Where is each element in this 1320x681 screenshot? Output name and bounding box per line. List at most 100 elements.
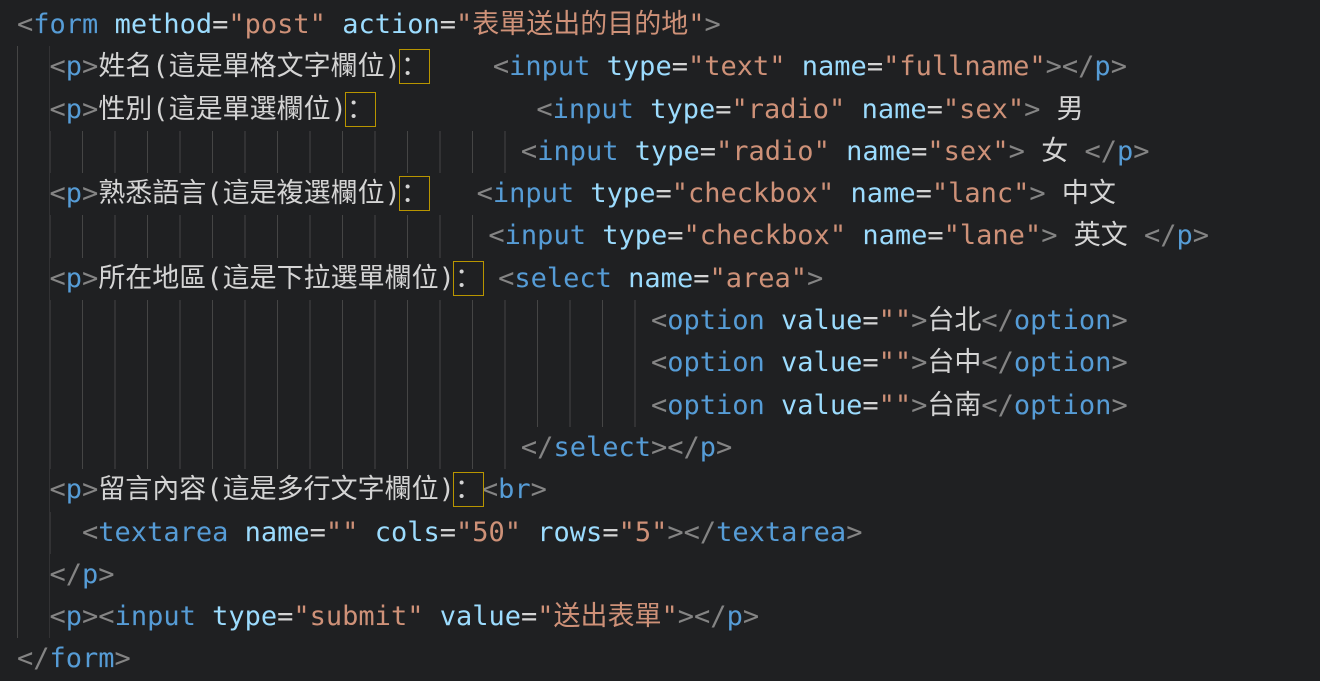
code-token-txt: 熟悉語言(這是複選欄位) bbox=[98, 178, 401, 209]
ambiguous-char-highlight: ： bbox=[347, 94, 374, 125]
code-editor[interactable]: <form method="post" action="表單送出的目的地"> <… bbox=[0, 0, 1320, 681]
code-token-txt bbox=[428, 178, 477, 209]
code-token-tag: p bbox=[1176, 220, 1192, 251]
code-token-attr: name bbox=[245, 517, 310, 548]
code-token-pn: > bbox=[1024, 94, 1040, 125]
code-token-str: "text" bbox=[688, 51, 786, 82]
ambiguous-char-highlight: ： bbox=[401, 178, 428, 209]
code-line-11: </select></p> bbox=[17, 427, 1320, 469]
code-token-tag: p bbox=[66, 474, 82, 505]
code-token-pn: > bbox=[1133, 136, 1149, 167]
code-token-txt bbox=[196, 601, 212, 632]
code-token-pn: < bbox=[651, 347, 667, 378]
code-token-tag: form bbox=[33, 9, 98, 40]
code-token-pn: </ bbox=[981, 390, 1014, 421]
code-token-pn: > bbox=[1111, 347, 1127, 378]
code-token-pn: < bbox=[50, 178, 66, 209]
code-token-tag: input bbox=[505, 220, 586, 251]
code-token-attr: value bbox=[440, 601, 521, 632]
code-token-eq: = bbox=[310, 517, 326, 548]
code-token-pn: < bbox=[17, 9, 33, 40]
code-token-pn: < bbox=[493, 51, 509, 82]
code-token-txt: 留言內容(這是多行文字欄位) bbox=[98, 474, 455, 505]
code-token-tag: p bbox=[66, 601, 82, 632]
code-token-pn: ></ bbox=[651, 432, 700, 463]
code-token-txt bbox=[423, 601, 439, 632]
code-token-attr: cols bbox=[375, 517, 440, 548]
code-token-txt bbox=[830, 136, 846, 167]
code-token-txt bbox=[586, 220, 602, 251]
code-token-pn: > bbox=[1193, 220, 1209, 251]
code-token-pn: < bbox=[498, 263, 514, 294]
code-token-pn: < bbox=[50, 263, 66, 294]
indent-guides bbox=[17, 469, 50, 511]
code-token-txt bbox=[374, 94, 537, 125]
ambiguous-char-highlight: ： bbox=[455, 474, 482, 505]
code-token-tag: p bbox=[700, 432, 716, 463]
code-token-tag: p bbox=[66, 178, 82, 209]
code-token-str: "" bbox=[879, 347, 912, 378]
code-token-txt bbox=[428, 51, 493, 82]
code-token-attr: value bbox=[781, 390, 862, 421]
code-token-tag: input bbox=[553, 94, 634, 125]
code-token-pn: < bbox=[50, 474, 66, 505]
code-token-pn: > bbox=[82, 474, 98, 505]
code-token-pn: < bbox=[50, 51, 66, 82]
code-line-12: <p>留言內容(這是多行文字欄位)：<br> bbox=[17, 469, 1320, 511]
indent-guides bbox=[17, 258, 50, 300]
code-token-pn: > bbox=[98, 559, 114, 590]
code-token-txt bbox=[521, 517, 537, 548]
indent-guides bbox=[17, 300, 651, 342]
code-token-eq: = bbox=[667, 220, 683, 251]
code-token-txt bbox=[98, 9, 114, 40]
code-token-eq: = bbox=[212, 9, 228, 40]
code-token-pn: < bbox=[651, 390, 667, 421]
code-token-txt bbox=[612, 263, 628, 294]
code-token-eq: = bbox=[862, 347, 878, 378]
code-line-15: <p><input type="submit" value="送出表單"></p… bbox=[17, 596, 1320, 638]
code-token-tag: p bbox=[1094, 51, 1110, 82]
code-token-tag: option bbox=[1014, 390, 1112, 421]
code-token-tag: option bbox=[1014, 305, 1112, 336]
code-token-attr: value bbox=[781, 305, 862, 336]
code-token-txt bbox=[845, 94, 861, 125]
code-token-pn: < bbox=[651, 305, 667, 336]
indent-guides bbox=[17, 385, 651, 427]
code-token-eq: = bbox=[911, 136, 927, 167]
code-token-attr: name bbox=[851, 178, 916, 209]
code-token-attr: name bbox=[628, 263, 693, 294]
indent-guides bbox=[17, 512, 82, 554]
code-token-txt: 性別(這是單選欄位) bbox=[98, 94, 347, 125]
code-token-txt: 所在地區(這是下拉選單欄位) bbox=[98, 263, 455, 294]
code-token-tag: option bbox=[1014, 347, 1112, 378]
code-token-attr: type bbox=[212, 601, 277, 632]
indent-guides bbox=[17, 427, 521, 469]
code-token-tag: input bbox=[537, 136, 618, 167]
code-token-pn: </ bbox=[981, 347, 1014, 378]
code-token-eq: = bbox=[672, 51, 688, 82]
code-token-eq: = bbox=[277, 601, 293, 632]
code-token-pn: > bbox=[82, 178, 98, 209]
code-token-eq: = bbox=[927, 94, 943, 125]
code-token-eq: = bbox=[440, 9, 456, 40]
code-token-pn: </ bbox=[50, 559, 83, 590]
code-token-tag: input bbox=[493, 178, 574, 209]
code-token-pn: < bbox=[488, 220, 504, 251]
code-token-str: "lane" bbox=[944, 220, 1042, 251]
code-token-tag: p bbox=[82, 559, 98, 590]
code-token-pn: </ bbox=[1084, 136, 1117, 167]
code-token-eq: = bbox=[916, 178, 932, 209]
code-token-txt: 男 bbox=[1040, 94, 1083, 125]
code-token-pn: ></ bbox=[667, 517, 716, 548]
code-token-str: "5" bbox=[619, 517, 668, 548]
code-token-tag: textarea bbox=[716, 517, 846, 548]
code-token-tag: option bbox=[667, 390, 765, 421]
code-token-str: "checkbox" bbox=[672, 178, 835, 209]
code-token-pn: > bbox=[531, 474, 547, 505]
code-token-tag: form bbox=[50, 643, 115, 674]
code-token-tag: p bbox=[727, 601, 743, 632]
code-token-eq: = bbox=[521, 601, 537, 632]
code-line-10: <option value="">台南</option> bbox=[17, 385, 1320, 427]
code-token-attr: type bbox=[650, 94, 715, 125]
code-token-tag: p bbox=[66, 51, 82, 82]
